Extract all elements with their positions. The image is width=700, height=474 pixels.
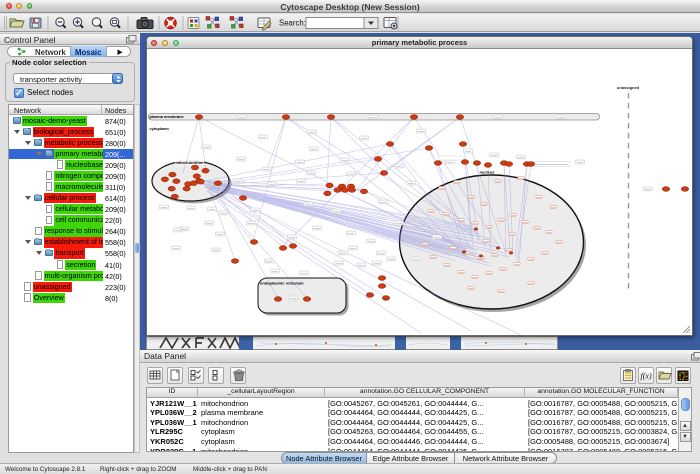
svg-text:mitochondrion: mitochondrion xyxy=(176,160,205,165)
svg-text:f(x): f(x) xyxy=(641,372,652,381)
svg-text:cytoplasm: cytoplasm xyxy=(150,126,170,131)
svg-text:plasma membrane: plasma membrane xyxy=(150,114,185,119)
svg-text:unassigned: unassigned xyxy=(617,85,640,90)
svg-text:Search:: Search: xyxy=(279,19,306,28)
svg-text:nucleus: nucleus xyxy=(480,170,495,175)
svg-text:endoplasmic reticulum: endoplasmic reticulum xyxy=(260,281,304,286)
